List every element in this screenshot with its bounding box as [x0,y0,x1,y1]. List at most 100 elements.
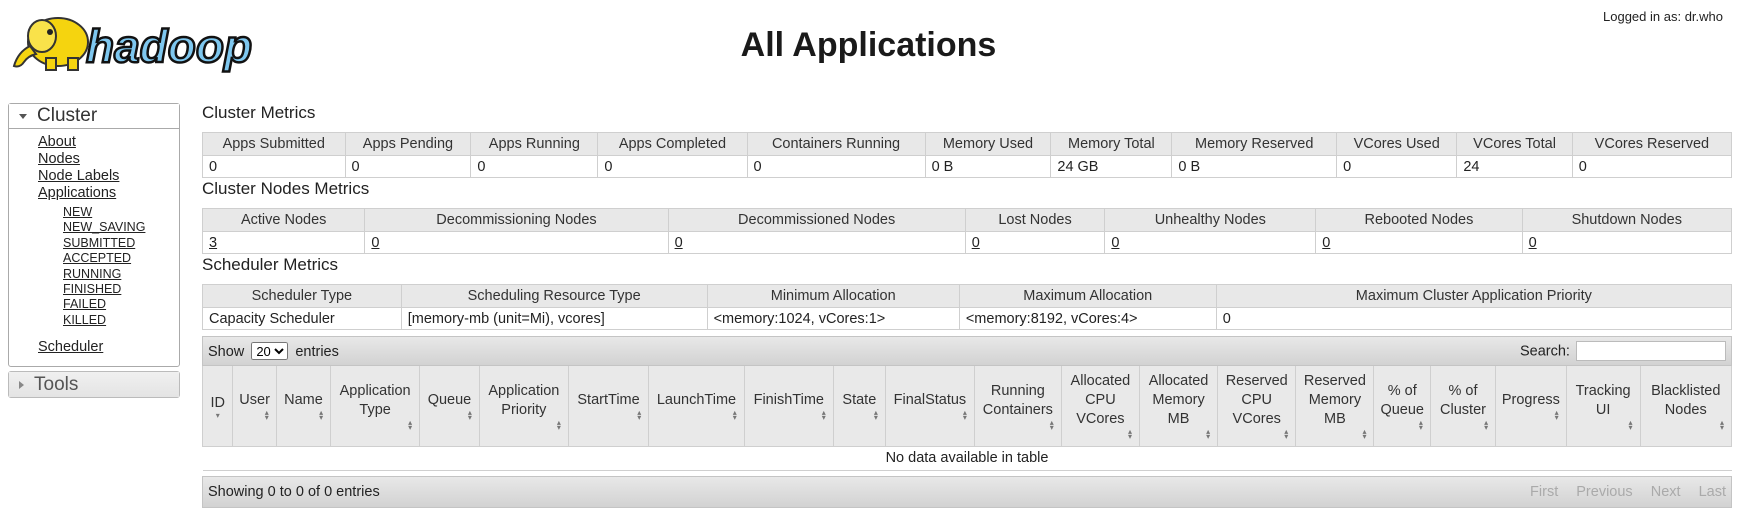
column-header-label: Running Containers [982,382,1053,418]
column-header-label: Name [284,392,323,409]
nav-state-finished[interactable]: FINISHED [63,282,179,297]
metric-value: 0 B [924,155,1052,178]
column-header-label: FinalStatus [893,392,967,409]
node-metrics-title: Cluster Nodes Metrics [202,179,370,198]
scheduler-metric-header: Maximum Allocation [958,284,1217,308]
scheduler-metric-header: Scheduling Resource Type [400,284,708,308]
column-header-label: StartTime [577,392,640,409]
lost-nodes-link[interactable]: 0 [972,235,980,251]
column-header[interactable]: StartTime ▴ ▾ [567,366,650,447]
metric-value: 0 [470,155,599,178]
column-header[interactable]: Blacklisted Nodes ▴ ▾ [1639,366,1733,447]
nav-about[interactable]: About [38,134,179,151]
node-metric-header: Shutdown Nodes [1521,208,1733,232]
last-page-button[interactable]: Last [1699,484,1726,500]
decommissioned-nodes-link[interactable]: 0 [675,235,683,251]
metric-value: 0 [202,155,346,178]
sort-icon: ▴ ▾ [1554,408,1559,423]
sort-icon: ▴ ▾ [1362,427,1367,442]
sort-desc-icon: ▾ [215,410,220,420]
column-header[interactable]: State ▴ ▾ [832,366,886,447]
cluster-header[interactable]: Cluster [9,104,179,129]
tools-header[interactable]: Tools [9,372,179,398]
node-metric-header: Decommissioned Nodes [667,208,966,232]
nav-state-running[interactable]: RUNNING [63,267,179,282]
cluster-metrics-table: Apps Submitted Apps Pending Apps Running… [202,132,1733,178]
column-header[interactable]: % of Cluster ▴ ▾ [1429,366,1497,447]
next-page-button[interactable]: Next [1651,484,1681,500]
column-header[interactable]: Application Priority ▴ ▾ [478,366,569,447]
nav-state-submitted[interactable]: SUBMITTED [63,236,179,251]
column-header[interactable]: Reserved CPU VCores ▴ ▾ [1217,366,1297,447]
search-control: Search: [1520,341,1726,361]
cluster-panel: Cluster About Nodes Node Labels Applicat… [8,103,180,368]
column-header-label: Reserved CPU VCores [1225,373,1288,428]
sort-icon: ▴ ▾ [732,408,737,423]
shutdown-nodes-link[interactable]: 0 [1529,235,1537,251]
sort-icon: ▴ ▾ [1049,417,1054,432]
node-metric-header: Decommissioning Nodes [364,208,669,232]
nav-nodes[interactable]: Nodes [38,151,179,168]
page-size-select[interactable]: 20 [251,342,289,360]
previous-page-button[interactable]: Previous [1576,484,1632,500]
search-input[interactable] [1576,341,1726,361]
sort-icon: ▴ ▾ [1484,417,1489,432]
column-header[interactable]: Allocated Memory MB ▴ ▾ [1138,366,1219,447]
column-header[interactable]: Running Containers ▴ ▾ [973,366,1062,447]
unhealthy-nodes-link[interactable]: 0 [1111,235,1119,251]
main-content: Cluster Metrics Apps Submitted Apps Pend… [201,103,1733,508]
column-header[interactable]: ID ▾ [201,366,234,447]
column-header[interactable]: Name ▴ ▾ [275,366,332,447]
table-info: Showing 0 to 0 of 0 entries [208,483,380,500]
sidebar: Cluster About Nodes Node Labels Applicat… [8,103,180,399]
column-header-label: Queue [427,392,472,409]
cluster-label: Cluster [37,105,98,126]
show-label: Show [208,344,245,360]
node-metric-header: Rebooted Nodes [1315,208,1523,232]
nav-state-failed[interactable]: FAILED [63,297,179,312]
sort-icon: ▴ ▾ [1628,417,1633,432]
decommissioning-nodes-link[interactable]: 0 [371,235,379,251]
nav-node-labels[interactable]: Node Labels [38,168,179,185]
first-page-button[interactable]: First [1530,484,1558,500]
sort-icon: ▴ ▾ [821,408,826,423]
nav-scheduler[interactable]: Scheduler [38,339,179,356]
page-title: All Applications [740,26,997,64]
metric-header: Memory Used [924,132,1052,156]
column-header[interactable]: FinishTime ▴ ▾ [743,366,834,447]
column-header[interactable]: % of Queue ▴ ▾ [1373,366,1431,447]
metric-header: Memory Reserved [1171,132,1338,156]
sort-icon: ▴ ▾ [319,408,324,423]
column-header-label: Allocated CPU VCores [1070,373,1131,428]
column-header[interactable]: FinalStatus ▴ ▾ [884,366,975,447]
active-nodes-link[interactable]: 3 [209,235,217,251]
column-header[interactable]: User ▴ ▾ [232,366,277,447]
column-header-label: Allocated Memory MB [1148,373,1209,428]
nav-applications[interactable]: Applications [38,185,179,202]
cluster-metrics-title: Cluster Metrics [202,103,316,122]
column-header-label: State [842,392,877,409]
metric-value: 24 [1456,155,1573,178]
column-header-label: % of Queue [1380,382,1424,418]
column-header[interactable]: Tracking UI ▴ ▾ [1565,366,1641,447]
column-header[interactable]: Progress ▴ ▾ [1495,366,1567,447]
login-info: Logged in as: dr.who [1603,9,1723,24]
sort-icon: ▴ ▾ [467,408,472,423]
column-header[interactable]: Allocated CPU VCores ▴ ▾ [1060,366,1140,447]
nav-state-killed[interactable]: KILLED [63,313,179,328]
column-header-label: Tracking UI [1575,382,1631,418]
nav-state-new-saving[interactable]: NEW_SAVING [63,220,179,235]
column-header[interactable]: Application Type ▴ ▾ [330,366,421,447]
rebooted-nodes-link[interactable]: 0 [1322,235,1330,251]
nav-state-accepted[interactable]: ACCEPTED [63,251,179,266]
metric-header: Memory Total [1050,132,1173,156]
column-header[interactable]: LaunchTime ▴ ▾ [648,366,745,447]
column-header[interactable]: Reserved Memory MB ▴ ▾ [1295,366,1375,447]
apps-table: ID ▾ User ▴ ▾ Name ▴ ▾ Application Type ▴ ▾ Queu… [201,366,1733,471]
metric-header: Containers Running [746,132,926,156]
column-header-label: Reserved Memory MB [1303,373,1366,428]
metric-value: 0 [1336,155,1458,178]
nav-state-new[interactable]: NEW [63,205,179,220]
column-header[interactable]: Queue ▴ ▾ [419,366,480,447]
sort-icon: ▴ ▾ [873,408,878,423]
